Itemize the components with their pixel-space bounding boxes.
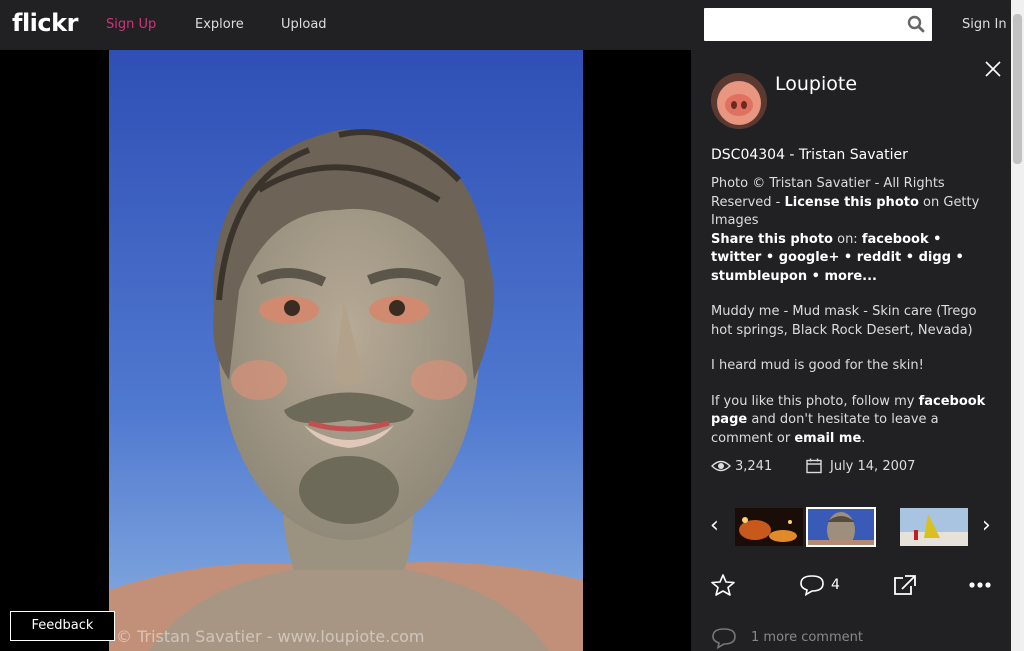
upload-link[interactable]: Upload: [281, 17, 327, 32]
sign-up-link[interactable]: Sign Up: [106, 17, 156, 32]
views-count: 3,241: [735, 459, 773, 474]
description-paragraph: Muddy me - Mud mask - Skin care (Trego h…: [711, 304, 977, 338]
description-text: on:: [832, 231, 862, 247]
share-facebook-link[interactable]: facebook: [862, 232, 929, 247]
share-digg-link[interactable]: digg: [919, 250, 951, 265]
main-photo[interactable]: [109, 50, 583, 651]
photostream-thumbnail[interactable]: [900, 508, 968, 546]
share-label: Share this photo: [711, 231, 833, 247]
share-stumbleupon-link[interactable]: stumbleupon: [711, 269, 807, 284]
share-icon[interactable]: [893, 574, 917, 596]
previous-photo-arrow[interactable]: ‹: [710, 515, 719, 537]
more-icon[interactable]: [968, 581, 992, 589]
photo-watermark: © Tristan Savatier - www.loupiote.com: [116, 627, 425, 646]
photo-title: DSC04304 - Tristan Savatier: [711, 147, 908, 163]
email-me-link[interactable]: email me: [794, 431, 861, 446]
share-googleplus-link[interactable]: google+: [779, 250, 840, 265]
close-icon[interactable]: [984, 60, 1002, 78]
license-link[interactable]: License this photo: [784, 195, 918, 210]
feedback-button[interactable]: Feedback: [10, 611, 115, 641]
star-icon[interactable]: [711, 574, 735, 596]
description-paragraph: I heard mud is good for the skin!: [711, 358, 924, 373]
page-scrollbar[interactable]: [1011, 0, 1024, 651]
top-navigation-bar: flickr Sign Up Explore Upload Sign In: [0, 0, 1024, 50]
share-more-link[interactable]: more...: [824, 269, 877, 284]
description-text: If you like this photo, follow my: [711, 393, 919, 409]
calendar-icon: [806, 458, 822, 474]
more-comments-link[interactable]: 1 more comment: [751, 630, 863, 645]
search-icon[interactable]: [907, 15, 925, 33]
photostream-thumbnail[interactable]: [735, 508, 803, 546]
scrollbar-thumb[interactable]: [1013, 14, 1022, 164]
comment-icon[interactable]: [799, 574, 825, 596]
explore-link[interactable]: Explore: [195, 17, 244, 32]
next-photo-arrow[interactable]: ›: [982, 515, 991, 537]
comment-icon: [712, 628, 736, 649]
avatar[interactable]: [711, 73, 767, 129]
taken-date: July 14, 2007: [830, 459, 916, 474]
flickr-logo[interactable]: flickr: [12, 9, 78, 37]
photostream-thumbnail-current[interactable]: [806, 507, 876, 547]
description-text: .: [861, 430, 866, 446]
eye-icon: [711, 460, 731, 472]
share-reddit-link[interactable]: reddit: [857, 250, 902, 265]
share-twitter-link[interactable]: twitter: [711, 250, 761, 265]
username[interactable]: Loupiote: [775, 73, 857, 95]
sign-in-link[interactable]: Sign In: [962, 17, 1007, 32]
comment-count: 4: [831, 577, 840, 593]
search-input[interactable]: [704, 8, 932, 41]
photo-description: Photo © Tristan Savatier - All Rights Re…: [711, 175, 996, 465]
